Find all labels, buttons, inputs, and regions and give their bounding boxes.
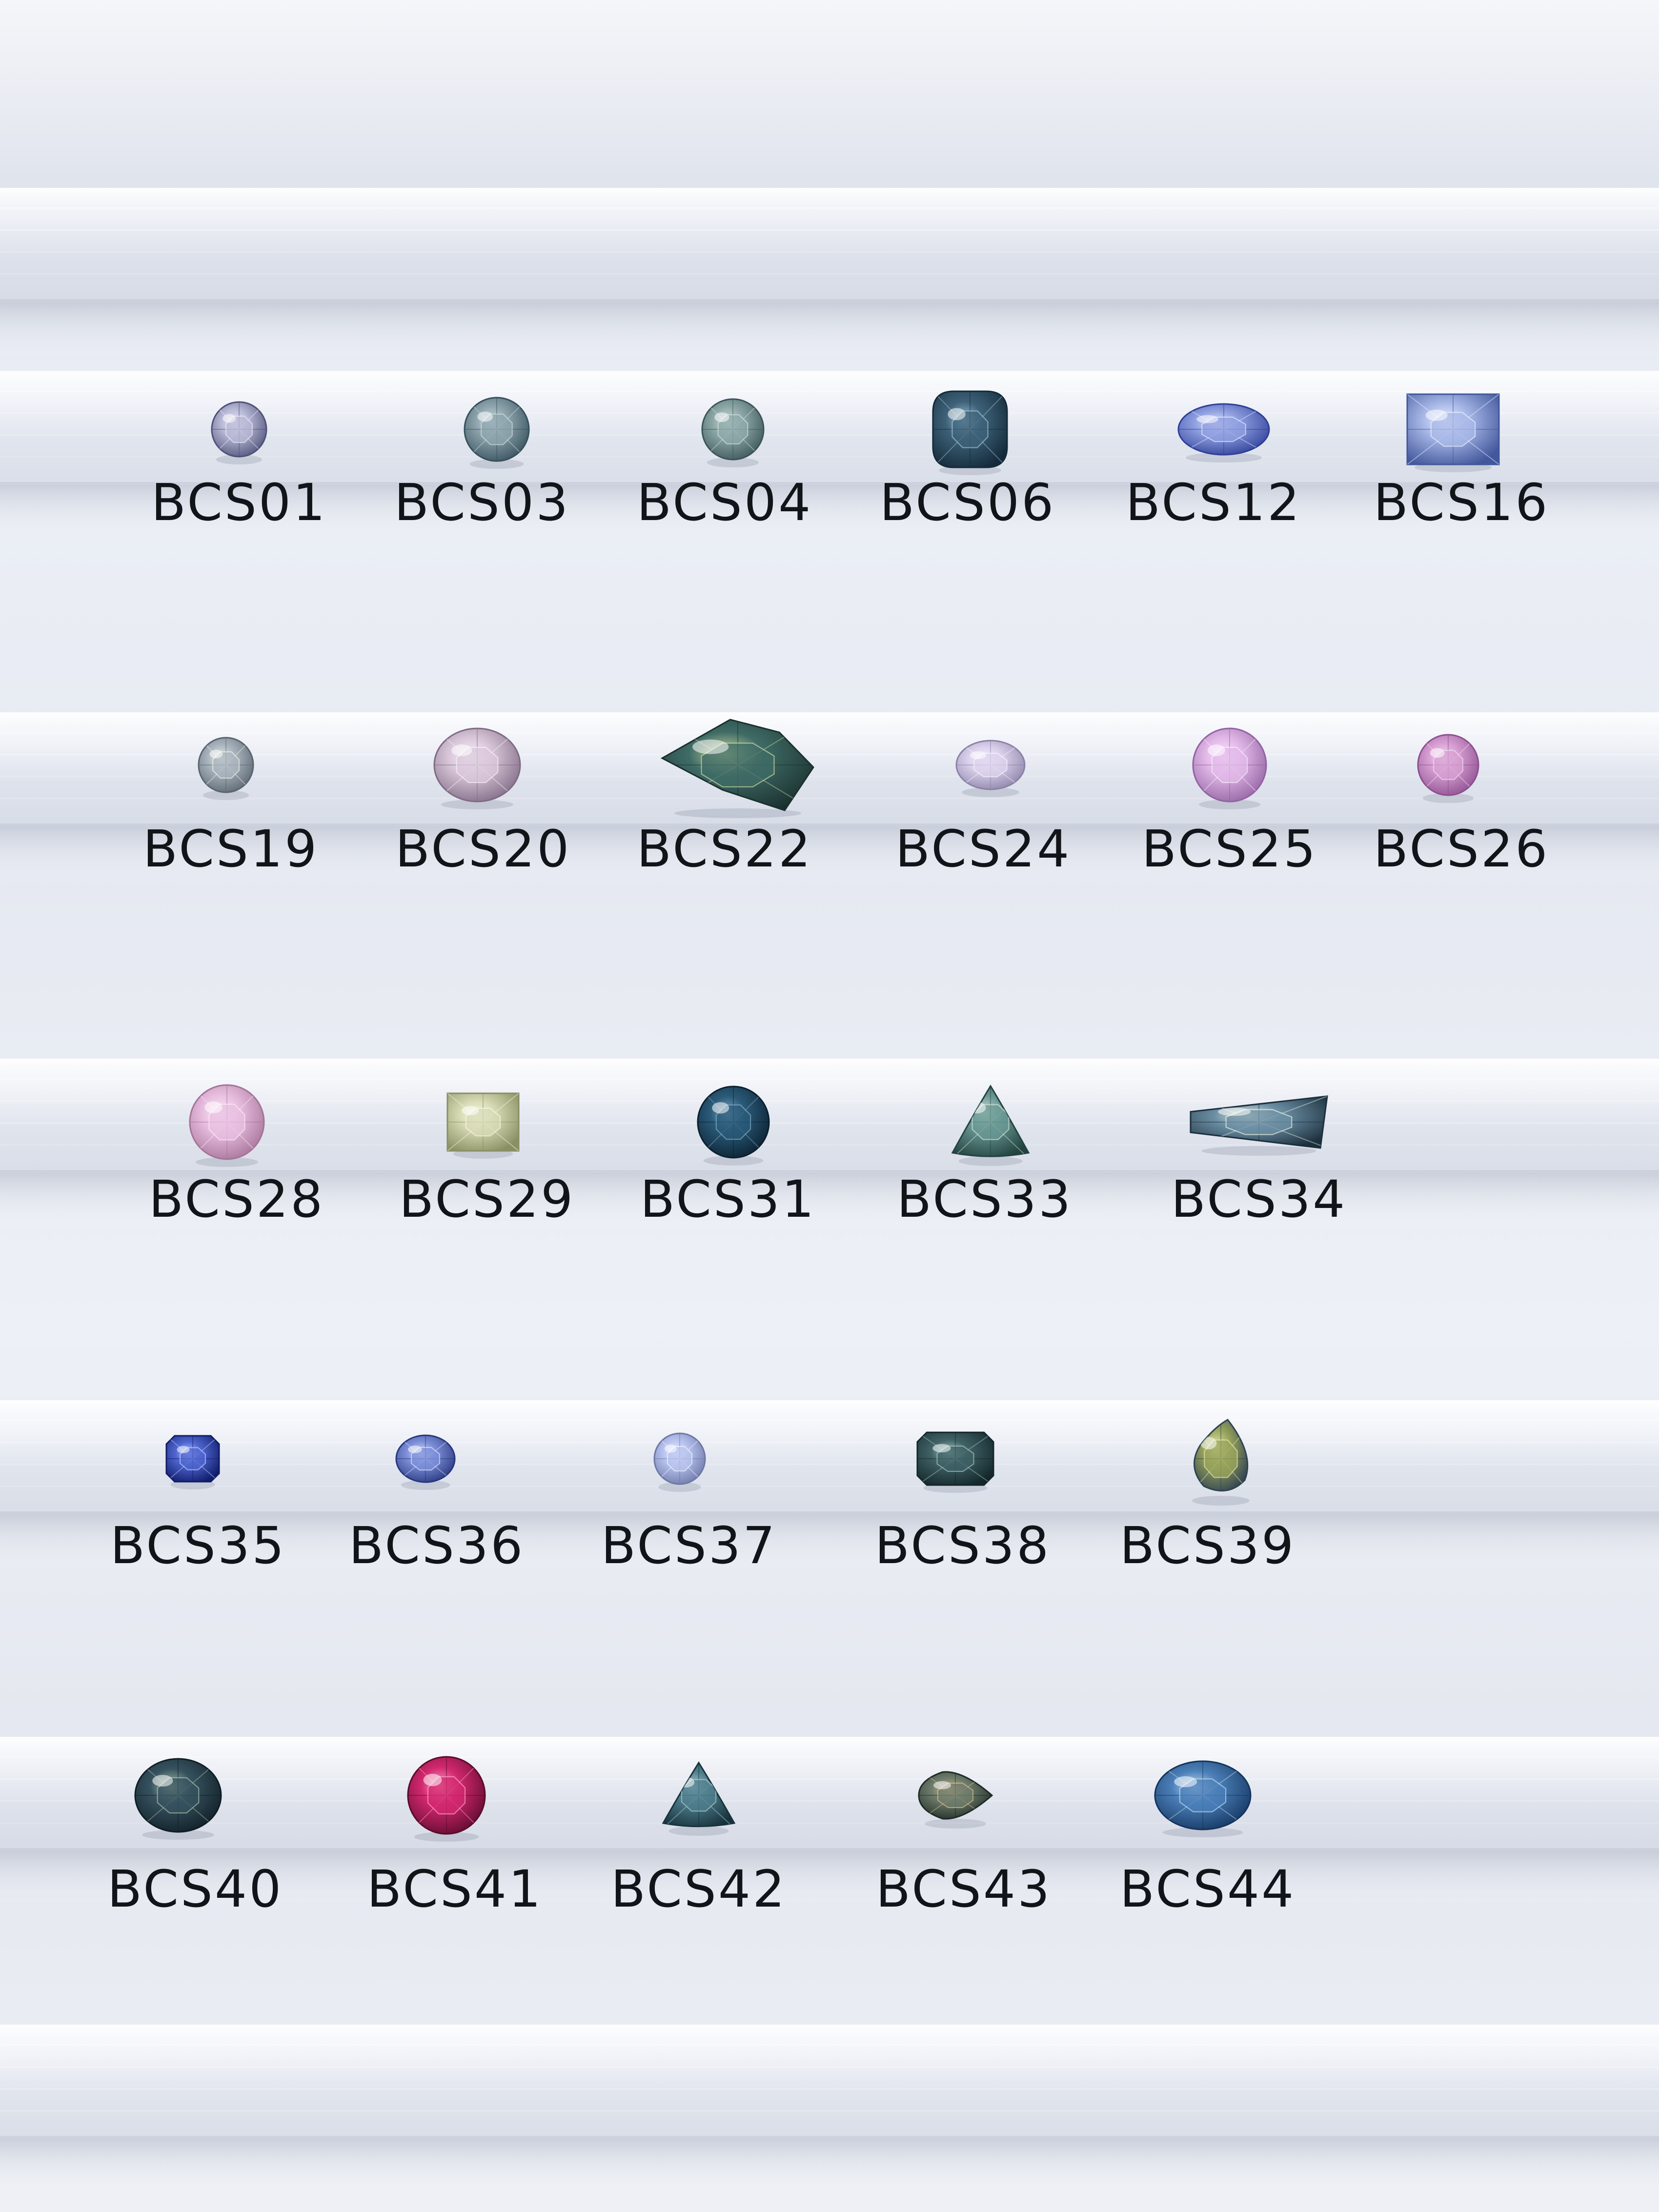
gem-code-label: BCS19 xyxy=(142,819,319,879)
gemstone-bcs24 xyxy=(955,740,1026,797)
gem-code-label: BCS24 xyxy=(895,819,1072,879)
gemstone-bcs03 xyxy=(464,397,530,469)
gemstone-bcs19 xyxy=(198,737,254,800)
gemstone-bcs06 xyxy=(932,390,1008,475)
gem-code-label: BCS39 xyxy=(1119,1516,1296,1575)
gem-code-label: BCS34 xyxy=(1171,1169,1347,1229)
gemstone-bcs31 xyxy=(697,1086,770,1166)
gemstone-bcs22 xyxy=(660,719,814,818)
gem-code-label: BCS01 xyxy=(151,473,327,532)
gem-display-tray: BCS01 BCS03 BCS04 BCS06 BCS12 BCS16 BCS19 BCS20… xyxy=(0,0,1659,2212)
gem-code-label: BCS20 xyxy=(395,819,571,879)
gem-code-label: BCS33 xyxy=(896,1169,1073,1229)
gem-code-label: BCS44 xyxy=(1119,1859,1296,1919)
gem-code-label: BCS26 xyxy=(1373,819,1550,879)
gem-code-label: BCS28 xyxy=(148,1169,325,1229)
gemstone-bcs16 xyxy=(1406,393,1500,472)
gem-code-label: BCS04 xyxy=(636,473,813,532)
acrylic-shelf-band xyxy=(0,2025,1659,2197)
gemstone-bcs28 xyxy=(189,1084,265,1167)
gemstone-bcs40 xyxy=(134,1758,222,1840)
gemstone-bcs39 xyxy=(1192,1419,1250,1506)
gem-code-label: BCS03 xyxy=(394,473,570,532)
gemstone-bcs38 xyxy=(916,1431,994,1493)
gemstone-bcs25 xyxy=(1192,727,1267,809)
gem-code-label: BCS06 xyxy=(879,473,1056,532)
gemstone-bcs41 xyxy=(407,1756,486,1842)
gemstone-bcs43 xyxy=(918,1771,993,1829)
gem-code-label: BCS35 xyxy=(110,1516,286,1575)
gemstone-bcs44 xyxy=(1154,1760,1252,1837)
gemstone-bcs37 xyxy=(653,1432,706,1492)
gemstone-bcs01 xyxy=(211,401,267,464)
gem-code-label: BCS36 xyxy=(348,1516,525,1575)
gem-code-label: BCS29 xyxy=(399,1169,575,1229)
gemstone-bcs36 xyxy=(395,1434,456,1490)
gemstone-bcs20 xyxy=(433,727,521,809)
gem-code-label: BCS43 xyxy=(875,1859,1052,1919)
gemstone-bcs29 xyxy=(446,1092,520,1159)
gem-code-label: BCS41 xyxy=(366,1859,543,1919)
gem-code-label: BCS40 xyxy=(107,1859,283,1919)
gem-code-label: BCS16 xyxy=(1373,473,1550,532)
gem-code-label: BCS22 xyxy=(636,819,813,879)
gemstone-bcs04 xyxy=(701,398,765,467)
gem-code-label: BCS25 xyxy=(1141,819,1318,879)
acrylic-shelf-band xyxy=(0,188,1659,361)
gemstone-bcs34 xyxy=(1190,1095,1328,1156)
gem-code-label: BCS37 xyxy=(601,1516,777,1575)
gemstone-bcs33 xyxy=(951,1085,1030,1166)
gem-code-label: BCS12 xyxy=(1125,473,1302,532)
gem-code-label: BCS31 xyxy=(640,1169,816,1229)
gemstone-bcs35 xyxy=(165,1435,220,1489)
gemstone-bcs42 xyxy=(662,1761,736,1836)
gemstone-bcs26 xyxy=(1417,734,1479,803)
gem-code-label: BCS42 xyxy=(610,1859,787,1919)
gem-code-label: BCS38 xyxy=(874,1516,1051,1575)
gemstone-bcs12 xyxy=(1177,403,1270,463)
